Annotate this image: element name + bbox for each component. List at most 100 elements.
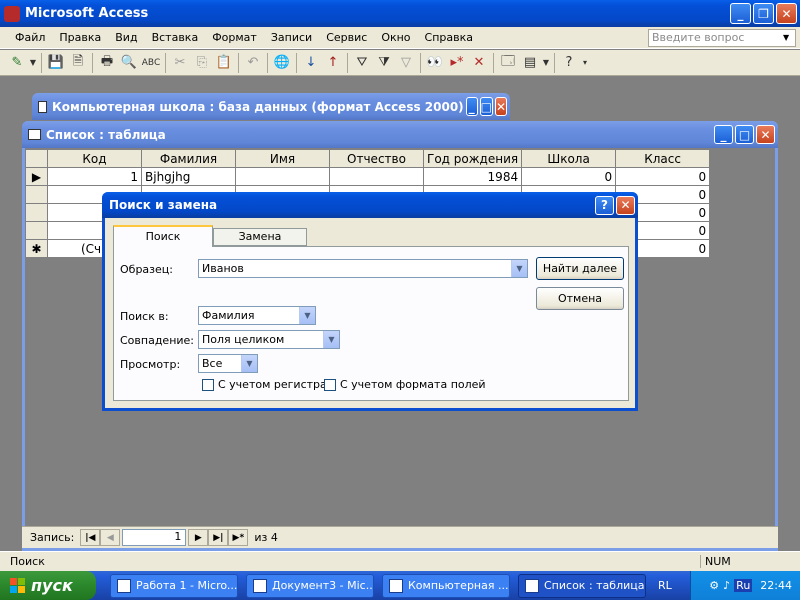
volume-icon[interactable]: ♪ bbox=[723, 579, 730, 592]
taskbar-item-table[interactable]: Список : таблица bbox=[518, 573, 646, 598]
cell-otchestvo[interactable] bbox=[329, 167, 424, 186]
taskbar-item-rabota[interactable]: Работа 1 - Micro... bbox=[110, 573, 238, 598]
column-header[interactable]: Год рождения bbox=[422, 149, 523, 168]
checkbox-box[interactable] bbox=[324, 379, 336, 391]
lang-ru-indicator[interactable]: Ru bbox=[734, 579, 753, 592]
cell-familiya[interactable]: Bjhgjhg bbox=[141, 167, 236, 186]
corner-cell[interactable] bbox=[25, 149, 48, 168]
filter-by-form-icon[interactable]: ⧩ bbox=[374, 53, 394, 73]
chevron-down-icon[interactable]: ▼ bbox=[241, 355, 257, 372]
menu-tools[interactable]: Сервис bbox=[319, 31, 374, 44]
db-maximize-button[interactable]: □ bbox=[479, 97, 493, 116]
spelling-icon[interactable]: ABC bbox=[141, 53, 161, 73]
current-record-icon[interactable]: ▶ bbox=[25, 167, 48, 186]
sort-descending-icon[interactable]: ↑ bbox=[323, 53, 343, 73]
taskbar-item-database[interactable]: Компьютерная ... bbox=[382, 573, 510, 598]
db-window-titlebar[interactable]: Компьютерная школа : база данных (формат… bbox=[32, 93, 510, 120]
app-titlebar[interactable]: Microsoft Access _ ❐ ✕ bbox=[0, 0, 800, 27]
dialog-help-button[interactable]: ? bbox=[595, 195, 614, 215]
cell-imya[interactable] bbox=[235, 167, 330, 186]
column-header[interactable]: Класс bbox=[615, 149, 711, 168]
record-number-input[interactable]: 1 bbox=[122, 529, 187, 546]
table-window-titlebar[interactable]: Список : таблица _ □ ✕ bbox=[22, 121, 778, 148]
dialog-close-button[interactable]: ✕ bbox=[616, 195, 635, 215]
menu-format[interactable]: Формат bbox=[205, 31, 264, 44]
prev-record-button[interactable]: ◀ bbox=[100, 529, 121, 546]
toolbar-options-icon[interactable]: ▾ bbox=[581, 53, 589, 73]
view-combo[interactable]: Все ▼ bbox=[198, 354, 258, 373]
language-indicator[interactable]: RL bbox=[658, 579, 672, 592]
help-question-box[interactable]: Введите вопрос ▼ bbox=[648, 28, 796, 47]
column-header[interactable]: Школа bbox=[521, 149, 617, 168]
sort-ascending-icon[interactable]: ↓ bbox=[301, 53, 321, 73]
first-record-button[interactable]: |◀ bbox=[80, 529, 101, 546]
last-record-button[interactable]: ▶| bbox=[208, 529, 229, 546]
new-object-icon[interactable]: ▤ bbox=[520, 53, 540, 73]
menu-edit[interactable]: Правка bbox=[52, 31, 108, 44]
delete-record-icon[interactable]: ✕ bbox=[469, 53, 489, 73]
print-icon[interactable]: 🖶 bbox=[97, 53, 117, 73]
table-maximize-button[interactable]: □ bbox=[735, 125, 754, 144]
restore-button[interactable]: ❐ bbox=[753, 3, 774, 24]
cell-kod[interactable]: 1 bbox=[47, 167, 142, 186]
match-case-checkbox[interactable]: С учетом регистра bbox=[202, 378, 327, 391]
menu-help[interactable]: Справка bbox=[418, 31, 480, 44]
hyperlink-icon[interactable]: 🌐 bbox=[272, 53, 292, 73]
menu-insert[interactable]: Вставка bbox=[145, 31, 206, 44]
close-button[interactable]: ✕ bbox=[776, 3, 797, 24]
print-preview-icon[interactable]: 🔍 bbox=[119, 53, 139, 73]
pattern-combo[interactable]: Иванов ▼ bbox=[198, 259, 528, 278]
tab-replace[interactable]: Замена bbox=[213, 228, 307, 246]
new-record-icon[interactable]: ▸* bbox=[447, 53, 467, 73]
taskbar-item-dokument[interactable]: Документ3 - Mic... bbox=[246, 573, 374, 598]
match-format-checkbox[interactable]: С учетом формата полей bbox=[324, 378, 486, 391]
dialog-titlebar[interactable]: Поиск и замена ? ✕ bbox=[102, 192, 638, 218]
network-icon[interactable]: ⚙ bbox=[709, 579, 719, 592]
filter-by-selection-icon[interactable]: ⛛ bbox=[352, 53, 372, 73]
chevron-down-icon[interactable]: ▼ bbox=[323, 331, 339, 348]
file-search-icon[interactable]: 🗎 bbox=[68, 53, 88, 73]
cancel-button[interactable]: Отмена bbox=[536, 287, 624, 310]
database-window-icon[interactable]: 🗔 bbox=[498, 53, 518, 73]
table-row[interactable]: ▶ 1 Bjhgjhg 1984 0 0 bbox=[25, 167, 711, 186]
search-in-combo[interactable]: Фамилия ▼ bbox=[198, 306, 316, 325]
tab-find[interactable]: Поиск bbox=[113, 225, 213, 247]
paste-icon[interactable]: 📋 bbox=[214, 53, 234, 73]
column-header[interactable]: Код bbox=[47, 149, 142, 168]
cell-god[interactable]: 1984 bbox=[422, 167, 523, 186]
menu-view[interactable]: Вид bbox=[108, 31, 144, 44]
menu-window[interactable]: Окно bbox=[374, 31, 417, 44]
match-combo[interactable]: Поля целиком ▼ bbox=[198, 330, 340, 349]
copy-icon[interactable]: ⎘ bbox=[192, 53, 212, 73]
chevron-down-icon[interactable]: ▼ bbox=[299, 307, 315, 324]
db-close-button[interactable]: ✕ bbox=[494, 97, 507, 116]
table-close-button[interactable]: ✕ bbox=[756, 125, 775, 144]
find-binoculars-icon[interactable]: 👀 bbox=[425, 53, 445, 73]
undo-icon[interactable]: ↶ bbox=[243, 53, 263, 73]
pattern-input[interactable]: Иванов bbox=[199, 262, 511, 275]
apply-filter-icon[interactable]: ▽ bbox=[396, 53, 416, 73]
dropdown-arrow-icon[interactable]: ▼ bbox=[29, 53, 37, 73]
cell-klass[interactable]: 0 bbox=[615, 167, 711, 186]
menu-records[interactable]: Записи bbox=[264, 31, 319, 44]
column-header[interactable]: Имя bbox=[235, 149, 330, 168]
start-button[interactable]: пуск bbox=[0, 571, 96, 600]
chevron-down-icon[interactable]: ▼ bbox=[511, 260, 527, 277]
cut-icon[interactable]: ✂ bbox=[170, 53, 190, 73]
help-icon[interactable]: ? bbox=[559, 53, 579, 73]
next-record-button[interactable]: ▶ bbox=[188, 529, 209, 546]
chevron-down-icon[interactable]: ▼ bbox=[783, 33, 795, 42]
save-icon[interactable]: 💾 bbox=[46, 53, 66, 73]
minimize-button[interactable]: _ bbox=[730, 3, 751, 24]
checkbox-box[interactable] bbox=[202, 379, 214, 391]
cell-shkola[interactable]: 0 bbox=[521, 167, 617, 186]
column-header[interactable]: Отчество bbox=[329, 149, 424, 168]
column-header[interactable]: Фамилия bbox=[141, 149, 236, 168]
new-record-star-icon[interactable]: ✱ bbox=[25, 239, 48, 258]
dropdown-arrow-icon[interactable]: ▼ bbox=[542, 53, 550, 73]
table-minimize-button[interactable]: _ bbox=[714, 125, 733, 144]
db-minimize-button[interactable]: _ bbox=[465, 97, 478, 116]
menu-file[interactable]: Файл bbox=[8, 31, 52, 44]
design-view-icon[interactable]: ✎ bbox=[7, 53, 27, 73]
new-record-button[interactable]: ▶* bbox=[228, 529, 249, 546]
